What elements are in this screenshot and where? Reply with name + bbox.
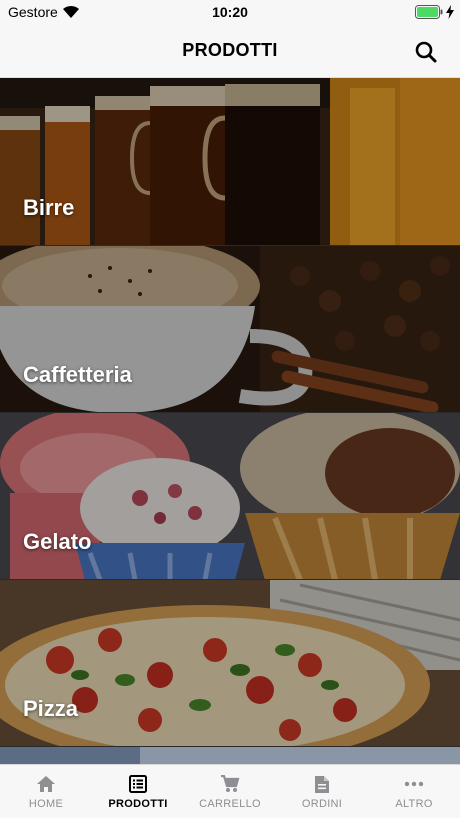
category-caffetteria[interactable]: Caffetteria: [0, 245, 460, 412]
cart-icon: [221, 775, 240, 792]
page-title: PRODOTTI: [182, 40, 278, 60]
battery-icon: [415, 5, 443, 19]
tab-label: PRODOTTI: [108, 798, 168, 810]
category-label: Birre: [23, 195, 75, 220]
clock: 10:20: [212, 4, 248, 20]
tab-carrello[interactable]: CARRELLO: [184, 765, 276, 818]
category-next[interactable]: [0, 746, 460, 764]
category-gelato[interactable]: Gelato: [0, 412, 460, 579]
status-bar: Gestore 10:20: [0, 0, 460, 24]
document-icon: [315, 776, 329, 793]
more-icon: [404, 781, 424, 787]
nav-bar: PRODOTTI: [0, 24, 460, 78]
tab-prodotti[interactable]: PRODOTTI: [92, 765, 184, 818]
home-icon: [37, 776, 55, 792]
category-image: [0, 747, 460, 764]
tab-altro[interactable]: ALTRO: [368, 765, 460, 818]
category-label: Caffetteria: [23, 362, 132, 387]
tab-label: ALTRO: [395, 798, 433, 810]
tab-bar: HOME PRODOTTI CARRELLO ORDINI ALTRO: [0, 764, 460, 818]
tab-ordini[interactable]: ORDINI: [276, 765, 368, 818]
category-label: Gelato: [23, 529, 92, 554]
category-birre[interactable]: Birre: [0, 78, 460, 245]
tab-label: CARRELLO: [199, 798, 261, 810]
list-icon: [129, 775, 147, 793]
tab-label: ORDINI: [301, 798, 343, 810]
category-pizza[interactable]: Pizza: [0, 579, 460, 746]
search-icon: [415, 41, 437, 63]
charging-icon: [446, 5, 454, 19]
category-list: Birre Caffetteria Gelato Pizza: [0, 78, 460, 764]
search-button[interactable]: [412, 38, 440, 66]
tab-label: HOME: [28, 798, 64, 810]
tab-home[interactable]: HOME: [0, 765, 92, 818]
category-label: Pizza: [23, 696, 79, 721]
